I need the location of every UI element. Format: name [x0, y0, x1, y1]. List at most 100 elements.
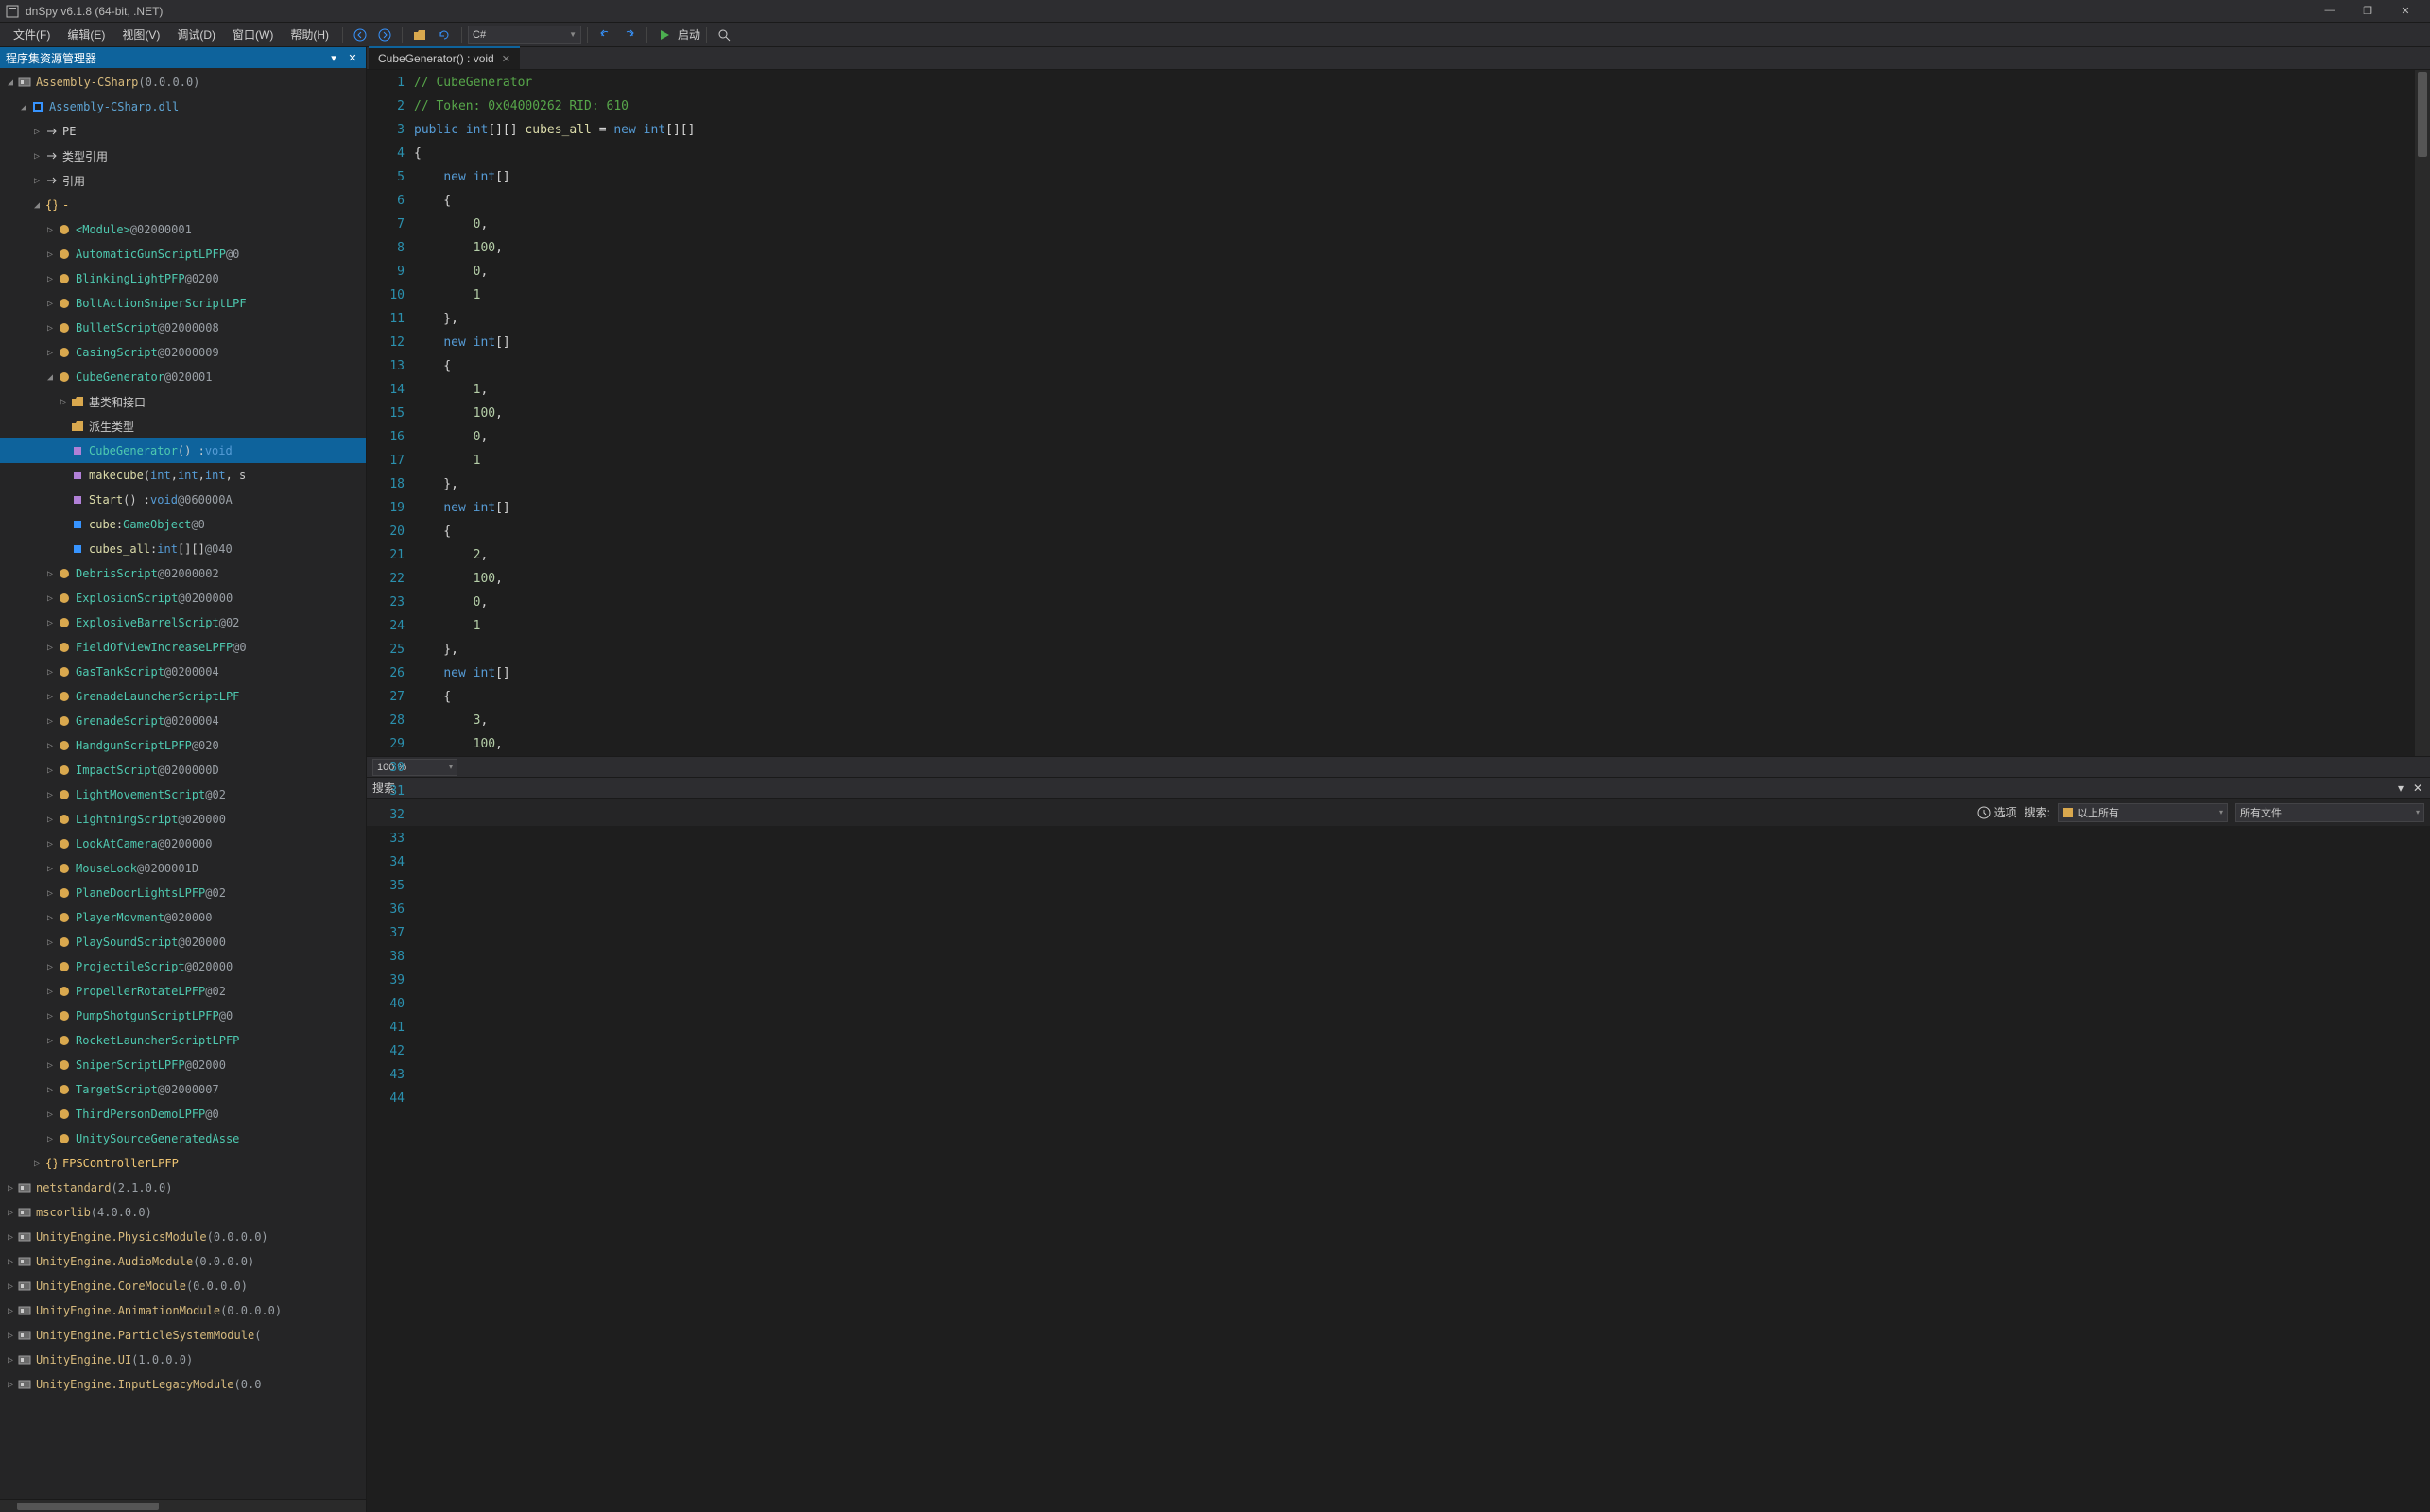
- tree-assembly[interactable]: ▷UnityEngine.CoreModule (0.0.0.0): [0, 1274, 366, 1298]
- twisty-icon[interactable]: ▷: [43, 323, 57, 334]
- twisty-icon[interactable]: ▷: [43, 716, 57, 727]
- tree-namespace[interactable]: ◢{}-: [0, 193, 366, 217]
- twisty-icon[interactable]: ▷: [30, 127, 43, 137]
- tree-base-types[interactable]: ▷基类和接口: [0, 389, 366, 414]
- tree-namespace-fps[interactable]: ▷{}FPSControllerLPFP: [0, 1151, 366, 1176]
- twisty-icon[interactable]: ▷: [43, 348, 57, 358]
- tree-assembly[interactable]: ▷UnityEngine.PhysicsModule (0.0.0.0): [0, 1225, 366, 1249]
- editor[interactable]: 1234567891011121314151617181920212223242…: [367, 70, 2430, 756]
- twisty-icon[interactable]: ▷: [4, 1355, 17, 1366]
- tree-class[interactable]: ▷PumpShotgunScriptLPFP @0: [0, 1004, 366, 1028]
- tree-method-ctor[interactable]: CubeGenerator() : void: [0, 438, 366, 463]
- menu-file[interactable]: 文件(F): [6, 24, 58, 45]
- twisty-icon[interactable]: ▷: [43, 987, 57, 997]
- tree-assembly[interactable]: ▷UnityEngine.UI (1.0.0.0): [0, 1348, 366, 1372]
- tree-assembly[interactable]: ▷UnityEngine.InputLegacyModule (0.0: [0, 1372, 366, 1397]
- twisty-icon[interactable]: ▷: [43, 249, 57, 260]
- tree-class[interactable]: ▷HandgunScriptLPFP @020: [0, 733, 366, 758]
- tab-cubegenerator[interactable]: CubeGenerator() : void ✕: [369, 46, 520, 69]
- tree-dll[interactable]: ◢Assembly-CSharp.dll: [0, 94, 366, 119]
- options-icon[interactable]: 选项: [1977, 804, 2017, 820]
- tree[interactable]: ◢Assembly-CSharp (0.0.0.0)◢Assembly-CSha…: [0, 68, 366, 1499]
- twisty-icon[interactable]: ▷: [43, 569, 57, 579]
- search-dropdown-icon[interactable]: ▾: [2394, 782, 2407, 795]
- tree-class[interactable]: ▷LookAtCamera @0200000: [0, 832, 366, 856]
- twisty-icon[interactable]: ▷: [43, 1036, 57, 1046]
- close-button[interactable]: ✕: [2393, 5, 2418, 17]
- tree-field-cube[interactable]: cube : GameObject @0: [0, 512, 366, 537]
- tree-class[interactable]: ▷MouseLook @0200001D: [0, 856, 366, 881]
- search-icon[interactable]: [715, 26, 733, 44]
- twisty-icon[interactable]: ▷: [43, 888, 57, 899]
- menu-edit[interactable]: 编辑(E): [60, 24, 112, 45]
- search-close-icon[interactable]: ✕: [2411, 782, 2424, 795]
- tree-method-makecube[interactable]: makecube(int, int, int, s: [0, 463, 366, 488]
- twisty-icon[interactable]: ▷: [30, 151, 43, 162]
- tree-assembly[interactable]: ▷UnityEngine.ParticleSystemModule (: [0, 1323, 366, 1348]
- tree-class[interactable]: ▷LightningScript @020000: [0, 807, 366, 832]
- tab-close-icon[interactable]: ✕: [502, 53, 510, 65]
- tree-class[interactable]: ▷PlaneDoorLightsLPFP @02: [0, 881, 366, 905]
- tree-class[interactable]: ▷BoltActionSniperScriptLPF: [0, 291, 366, 316]
- language-combo[interactable]: C#▼: [468, 26, 581, 44]
- twisty-icon[interactable]: ▷: [4, 1183, 17, 1194]
- tree-class[interactable]: ▷DebrisScript @02000002: [0, 561, 366, 586]
- twisty-icon[interactable]: ▷: [43, 1085, 57, 1095]
- tree-class[interactable]: ◢CubeGenerator @020001: [0, 365, 366, 389]
- tree-class[interactable]: ▷GasTankScript @0200004: [0, 660, 366, 684]
- twisty-icon[interactable]: ▷: [4, 1232, 17, 1243]
- nav-back-icon[interactable]: [351, 26, 370, 44]
- twisty-icon[interactable]: ▷: [43, 962, 57, 972]
- tree-method-start[interactable]: Start() : void @060000A: [0, 488, 366, 512]
- twisty-icon[interactable]: ▷: [30, 1159, 43, 1169]
- panel-dropdown-icon[interactable]: ▾: [326, 52, 341, 64]
- tree-class[interactable]: ▷RocketLauncherScriptLPFP: [0, 1028, 366, 1053]
- tree-assembly[interactable]: ▷netstandard (2.1.0.0): [0, 1176, 366, 1200]
- tree-assembly[interactable]: ▷UnityEngine.AnimationModule (0.0.0.0): [0, 1298, 366, 1323]
- refresh-icon[interactable]: [435, 26, 454, 44]
- twisty-icon[interactable]: ▷: [4, 1281, 17, 1292]
- tree-derived-types[interactable]: 派生类型: [0, 414, 366, 438]
- twisty-icon[interactable]: ▷: [43, 815, 57, 825]
- twisty-icon[interactable]: ▷: [43, 937, 57, 948]
- twisty-icon[interactable]: ▷: [4, 1331, 17, 1341]
- tree-class[interactable]: ▷ExplosionScript @0200000: [0, 586, 366, 610]
- redo-icon[interactable]: [620, 26, 639, 44]
- start-label[interactable]: 启动: [678, 26, 700, 43]
- search-files-combo[interactable]: 所有文件▾: [2235, 803, 2424, 822]
- code-area[interactable]: // CubeGenerator// Token: 0x04000262 RID…: [414, 70, 2415, 756]
- menu-view[interactable]: 视图(V): [114, 24, 167, 45]
- tree-class[interactable]: ▷GrenadeLauncherScriptLPF: [0, 684, 366, 709]
- tree-class[interactable]: ▷LightMovementScript @02: [0, 782, 366, 807]
- twisty-icon[interactable]: ▷: [57, 397, 70, 407]
- tree-refs[interactable]: ▷引用: [0, 168, 366, 193]
- sidebar-scrollbar[interactable]: [0, 1499, 366, 1512]
- tree-assembly[interactable]: ▷UnityEngine.AudioModule (0.0.0.0): [0, 1249, 366, 1274]
- undo-icon[interactable]: [595, 26, 614, 44]
- twisty-icon[interactable]: ▷: [43, 1109, 57, 1120]
- nav-forward-icon[interactable]: [375, 26, 394, 44]
- twisty-icon[interactable]: ▷: [43, 618, 57, 628]
- twisty-icon[interactable]: ▷: [43, 1011, 57, 1022]
- twisty-icon[interactable]: ▷: [43, 913, 57, 923]
- twisty-icon[interactable]: ▷: [30, 176, 43, 186]
- tree-class[interactable]: ▷GrenadeScript @0200004: [0, 709, 366, 733]
- twisty-icon[interactable]: ▷: [43, 593, 57, 604]
- tree-assembly[interactable]: ◢Assembly-CSharp (0.0.0.0): [0, 70, 366, 94]
- tree-class[interactable]: ▷ImpactScript @0200000D: [0, 758, 366, 782]
- twisty-icon[interactable]: ▷: [43, 643, 57, 653]
- tree-class[interactable]: ▷UnitySourceGeneratedAsse: [0, 1126, 366, 1151]
- twisty-icon[interactable]: ▷: [4, 1208, 17, 1218]
- open-icon[interactable]: [410, 26, 429, 44]
- tree-class[interactable]: ▷TargetScript @02000007: [0, 1077, 366, 1102]
- twisty-icon[interactable]: ▷: [43, 667, 57, 678]
- maximize-button[interactable]: ❐: [2355, 5, 2380, 17]
- twisty-icon[interactable]: ▷: [43, 790, 57, 800]
- twisty-icon[interactable]: ▷: [43, 864, 57, 874]
- twisty-icon[interactable]: ◢: [30, 200, 43, 211]
- tree-class[interactable]: ▷ExplosiveBarrelScript @02: [0, 610, 366, 635]
- twisty-icon[interactable]: ▷: [43, 299, 57, 309]
- twisty-icon[interactable]: ◢: [4, 77, 17, 88]
- tree-class[interactable]: ▷FieldOfViewIncreaseLPFP @0: [0, 635, 366, 660]
- twisty-icon[interactable]: ▷: [43, 741, 57, 751]
